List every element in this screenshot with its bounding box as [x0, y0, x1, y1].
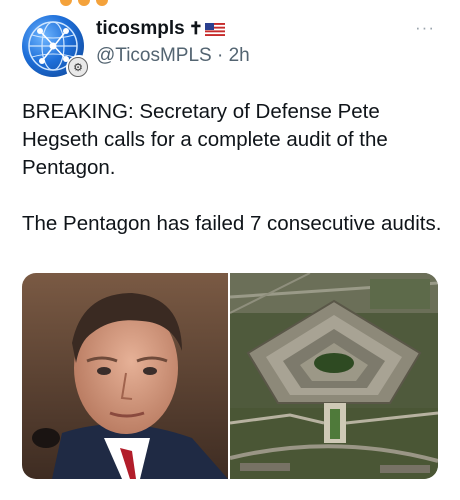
- handle[interactable]: @TicosMPLS: [96, 45, 212, 66]
- seal-icon: ⚙: [68, 57, 88, 77]
- pentagon-aerial-image: [230, 273, 438, 479]
- us-flag-icon: [204, 22, 225, 36]
- tweet-paragraph-1: BREAKING: Secretary of Defense Pete Hegs…: [22, 100, 388, 179]
- cross-icon: ✝: [188, 19, 203, 38]
- seal-badge: ⚙: [66, 55, 92, 81]
- display-name[interactable]: ticosmpls: [96, 18, 185, 40]
- handle-row: @TicosMPLS · 2h: [96, 45, 250, 67]
- pentagon-photo[interactable]: [230, 273, 438, 479]
- timestamp[interactable]: 2h: [229, 45, 250, 66]
- portrait-photo[interactable]: [22, 273, 228, 479]
- author-name-row[interactable]: ticosmpls ✝: [96, 17, 225, 41]
- media-grid[interactable]: [22, 273, 438, 479]
- tweet-text: BREAKING: Secretary of Defense Pete Hegs…: [22, 98, 442, 238]
- more-options-icon[interactable]: ···: [415, 18, 435, 38]
- separator: ·: [217, 45, 224, 66]
- tweet-paragraph-2: The Pentagon has failed 7 consecutive au…: [22, 212, 442, 235]
- portrait-image: [22, 273, 228, 479]
- previous-tweet-edge: [0, 0, 460, 8]
